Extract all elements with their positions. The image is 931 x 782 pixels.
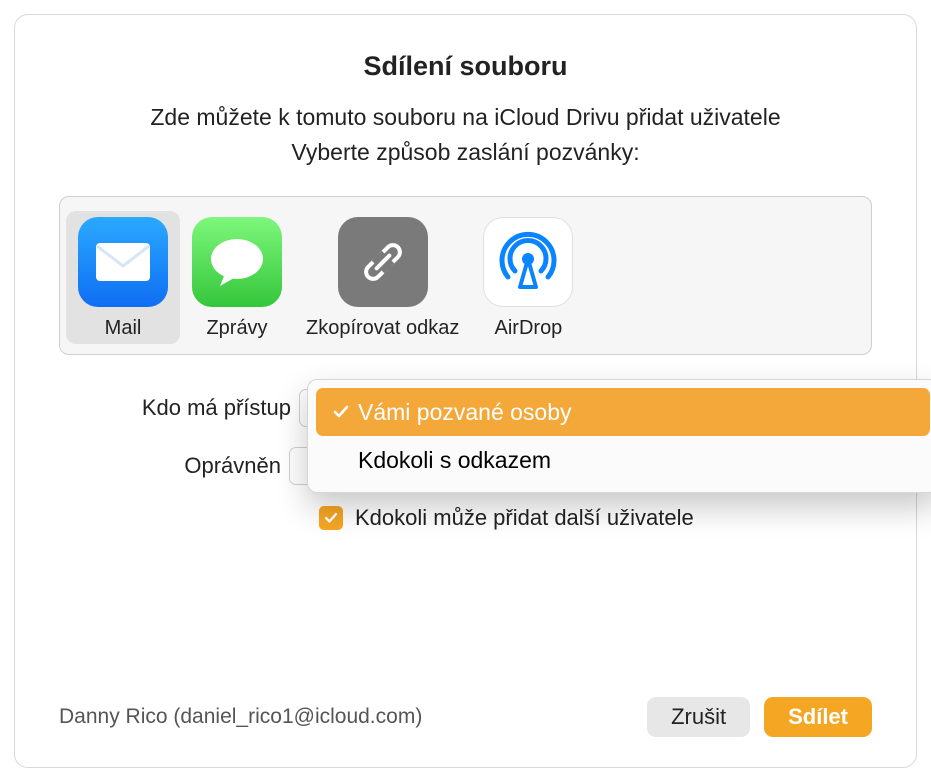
allow-add-label: Kdokoli může přidat další uživatele [355, 505, 694, 531]
mail-icon [78, 217, 168, 307]
send-method-airdrop[interactable]: AirDrop [471, 211, 585, 344]
airdrop-icon [483, 217, 573, 307]
send-method-label: Mail [105, 317, 142, 340]
permission-label: Oprávněn [59, 453, 289, 479]
sheet-instruction: Vyberte způsob zaslání pozvánky: [59, 139, 872, 166]
checkmark-icon [332, 403, 358, 421]
sheet-footer: Danny Rico (daniel_rico1@icloud.com) Zru… [59, 697, 872, 737]
allow-add-checkbox[interactable] [319, 506, 343, 530]
share-sheet: Sdílení souboru Zde můžete k tomuto soub… [14, 14, 917, 768]
access-option-invited[interactable]: Vámi pozvané osoby [316, 388, 930, 436]
access-dropdown: Vámi pozvané osoby Kdokoli s odkazem [307, 379, 931, 493]
link-icon [338, 217, 428, 307]
share-options: Kdo má přístup ▾ Oprávněn ▾ Vámi pozvané… [59, 389, 872, 531]
sheet-title: Sdílení souboru [59, 51, 872, 82]
send-method-mail[interactable]: Mail [66, 211, 180, 344]
send-method-messages[interactable]: Zprávy [180, 211, 294, 344]
dropdown-item-label: Vámi pozvané osoby [358, 399, 572, 426]
send-method-copy-link[interactable]: Zkopírovat odkaz [294, 211, 471, 344]
share-button[interactable]: Sdílet [764, 697, 872, 737]
send-method-label: Zkopírovat odkaz [306, 317, 459, 340]
sheet-subtitle: Zde můžete k tomuto souboru na iCloud Dr… [59, 104, 872, 131]
access-option-anyone-link[interactable]: Kdokoli s odkazem [316, 436, 930, 484]
access-label: Kdo má přístup [59, 395, 299, 421]
dropdown-item-label: Kdokoli s odkazem [358, 447, 551, 474]
send-method-list: Mail Zprávy [59, 196, 872, 355]
cancel-button[interactable]: Zrušit [647, 697, 750, 737]
send-method-label: Zprávy [206, 317, 267, 340]
send-method-label: AirDrop [495, 317, 563, 340]
messages-icon [192, 217, 282, 307]
current-user: Danny Rico (daniel_rico1@icloud.com) [59, 705, 422, 729]
